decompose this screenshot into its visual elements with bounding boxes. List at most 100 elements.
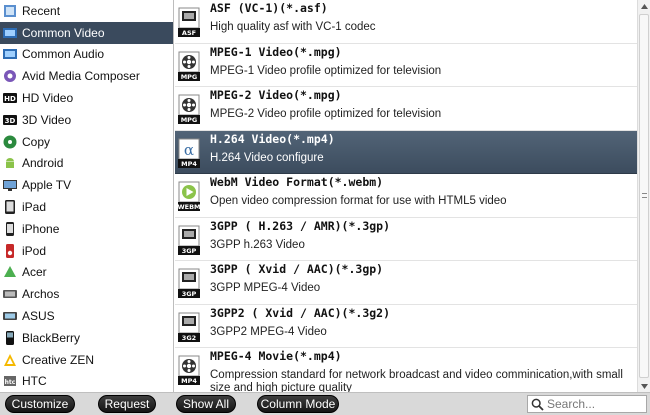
format-title: H.264 Video(*.mp4) [210, 131, 335, 146]
sidebar-item-htc[interactable]: htc HTC [0, 371, 173, 392]
format-title: 3GPP ( H.263 / AMR)(*.3gp) [210, 218, 391, 233]
svg-text:3D: 3D [5, 117, 16, 125]
svg-text:htc: htc [5, 379, 16, 386]
scrollbar-grip-icon [642, 193, 647, 198]
sidebar-item-blackberry[interactable]: BlackBerry [0, 327, 173, 349]
sidebar-item-label: Apple TV [22, 178, 72, 193]
svg-text:ASF: ASF [182, 29, 196, 37]
svg-text:WEBM: WEBM [178, 203, 200, 211]
format-title: 3GPP ( Xvid / AAC)(*.3gp) [210, 262, 384, 276]
format-description: High quality asf with VC-1 codec [210, 21, 376, 33]
ipod-icon [2, 243, 18, 259]
sidebar-item-apple-tv[interactable]: Apple TV [0, 174, 173, 196]
bottom-toolbar: Customize Request Show All Column Mode [0, 392, 650, 415]
format-title: WebM Video Format(*.webm) [210, 175, 384, 189]
format-item[interactable]: 3GP 3GPP ( Xvid / AAC)(*.3gp) 3GPP MPEG-4 … [175, 261, 637, 305]
sidebar-item-label: 3D Video [22, 112, 72, 127]
search-icon [531, 398, 544, 411]
scroll-up-arrow-icon[interactable] [638, 0, 650, 12]
apple-tv-icon [2, 177, 18, 193]
sidebar-item-label: iPod [22, 243, 47, 258]
category-sidebar[interactable]: Recent Common Video Common Audio Avid Media… [0, 0, 174, 392]
iphone-icon [2, 221, 18, 237]
format-description: MPEG-1 Video profile optimized for telev… [210, 64, 442, 77]
format-item[interactable]: 3GP 3GPP ( H.263 / AMR)(*.3gp) 3GPP h.263 … [175, 218, 637, 261]
sidebar-item-label: Android [22, 156, 64, 171]
sidebar-item-common-audio[interactable]: Common Audio [0, 44, 173, 66]
format-item[interactable]: MPG MPEG-2 Video(*.mpg) MPEG-2 Video profi… [175, 87, 637, 131]
android-icon [2, 155, 18, 171]
htc-icon: htc [2, 373, 18, 389]
format-item[interactable]: 3G2 3GPP2 ( Xvid / AAC)(*.3g2) 3GPP2 MPEG-… [175, 305, 637, 348]
format-item[interactable]: α MP4 H.264 Video(*.mp4) H.264 Video config… [175, 130, 637, 174]
sidebar-item-asus[interactable]: ASUS [0, 305, 173, 327]
svg-text:MP4: MP4 [181, 377, 197, 385]
format-title: 3GPP2 ( Xvid / AAC)(*.3g2) [210, 305, 391, 320]
format-picker-window: Recent Common Video Common Audio Avid Media… [0, 0, 650, 415]
sidebar-item-ipod[interactable]: iPod [0, 240, 173, 262]
format-item[interactable]: MPG MPEG-1 Video(*.mpg) MPEG-1 Video profi… [175, 44, 637, 87]
svg-text:MPG: MPG [181, 73, 198, 81]
asus-icon [2, 308, 18, 324]
sidebar-item-iphone[interactable]: iPhone [0, 218, 173, 240]
format-title: MPEG-4 Movie(*.mp4) [210, 349, 342, 363]
format-description: MPEG-2 Video profile optimized for telev… [210, 108, 442, 120]
sidebar-item-label: iPad [22, 200, 47, 215]
sidebar-item-label: Acer [22, 265, 47, 280]
sidebar-item-label: ASUS [22, 309, 55, 324]
scrollbar-thumb[interactable] [639, 14, 649, 378]
format-title: MPEG-2 Video(*.mpg) [210, 88, 342, 102]
mpeg2-reel-icon: MPG [178, 94, 200, 124]
asf-file-icon: ASF [178, 7, 200, 37]
sidebar-item-recent[interactable]: Recent [0, 0, 173, 22]
hd-video-icon: HD [2, 90, 18, 106]
common-video-icon [2, 25, 18, 41]
format-description: Open video compression format for use wi… [210, 195, 507, 207]
mpeg4-movie-icon: MP4 [178, 355, 200, 385]
webm-file-icon: WEBM [177, 181, 201, 211]
recent-icon [2, 3, 18, 19]
common-audio-icon [2, 46, 18, 62]
3gp-h263-file-icon: 3GP [178, 225, 200, 255]
format-description: H.264 Video configure [210, 151, 324, 164]
sidebar-item-avid[interactable]: Avid Media Composer [0, 65, 173, 87]
format-list-scrollbar[interactable] [637, 0, 650, 392]
sidebar-item-label: BlackBerry [22, 330, 81, 345]
sidebar-item-creative-zen[interactable]: Creative ZEN [0, 349, 173, 371]
sidebar-item-ipad[interactable]: iPad [0, 196, 173, 218]
svg-text:3G2: 3G2 [182, 334, 196, 342]
sidebar-item-copy[interactable]: Copy [0, 131, 173, 153]
svg-text:3GP: 3GP [182, 290, 197, 298]
sidebar-item-label: Common Audio [22, 47, 105, 62]
sidebar-item-label: Recent [22, 3, 61, 18]
svg-text:MP4: MP4 [181, 160, 197, 168]
format-item[interactable]: WEBM WebM Video Format(*.webm) Open video … [175, 174, 637, 218]
sidebar-item-label: Archos [22, 287, 60, 302]
acer-icon [2, 264, 18, 280]
customize-button[interactable]: Customize [5, 395, 75, 413]
3d-video-icon: 3D [2, 112, 18, 128]
scroll-down-arrow-icon[interactable] [638, 380, 650, 392]
avid-icon [2, 68, 18, 84]
search-input[interactable] [547, 397, 643, 411]
sidebar-item-android[interactable]: Android [0, 153, 173, 175]
sidebar-item-acer[interactable]: Acer [0, 262, 173, 284]
h264-file-icon: α MP4 [178, 138, 200, 168]
format-list[interactable]: ASF ASF (VC-1)(*.asf) High quality asf wit… [175, 0, 637, 392]
sidebar-item-archos[interactable]: Archos [0, 283, 173, 305]
sidebar-item-hd-video[interactable]: HD HD Video [0, 87, 173, 109]
3g2-file-icon: 3G2 [178, 312, 200, 342]
search-box[interactable] [527, 395, 647, 413]
sidebar-item-label: Creative ZEN [22, 352, 95, 367]
format-item[interactable]: ASF ASF (VC-1)(*.asf) High quality asf wit… [175, 0, 637, 44]
sidebar-item-label: HTC [22, 374, 47, 389]
creative-zen-icon [2, 352, 18, 368]
request-button[interactable]: Request [98, 395, 156, 413]
show-all-button[interactable]: Show All [176, 395, 236, 413]
format-title: ASF (VC-1)(*.asf) [210, 1, 328, 15]
column-mode-button[interactable]: Column Mode [257, 395, 339, 413]
sidebar-item-label: Copy [22, 134, 51, 149]
sidebar-item-common-video[interactable]: Common Video [0, 21, 173, 44]
format-item[interactable]: MP4 MPEG-4 Movie(*.mp4) Compression standa… [175, 348, 637, 392]
sidebar-item-3d-video[interactable]: 3D 3D Video [0, 109, 173, 131]
